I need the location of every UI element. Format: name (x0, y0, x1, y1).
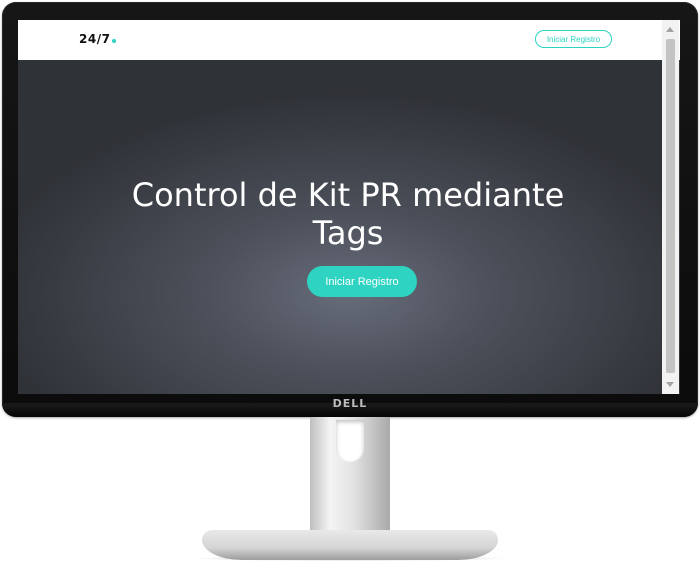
scroll-up-icon[interactable] (666, 27, 674, 32)
scroll-down-icon[interactable] (666, 382, 674, 387)
top-navbar: 24/7 Iniciar Registro (18, 20, 680, 60)
hero-title: Control de Kit PR mediante Tags (131, 176, 565, 252)
logo-dot-icon (112, 39, 117, 43)
stand-cable-hole (336, 420, 364, 462)
monitor-stand-base (202, 530, 498, 560)
monitor-brand-logo: DELL (332, 397, 368, 410)
hero-start-registration-button[interactable]: Iniciar Registro (307, 266, 417, 297)
site-logo-text: 24/7 (79, 32, 111, 46)
site-logo[interactable]: 24/7 (79, 32, 117, 46)
vertical-scrollbar[interactable] (662, 20, 679, 394)
scrollbar-thumb[interactable] (666, 39, 675, 373)
nav-start-registration-button[interactable]: Iniciar Registro (535, 30, 612, 48)
monitor-screen: 24/7 Iniciar Registro Control de Kit PR … (18, 20, 680, 394)
hero-section: Control de Kit PR mediante Tags Iniciar … (18, 60, 680, 394)
